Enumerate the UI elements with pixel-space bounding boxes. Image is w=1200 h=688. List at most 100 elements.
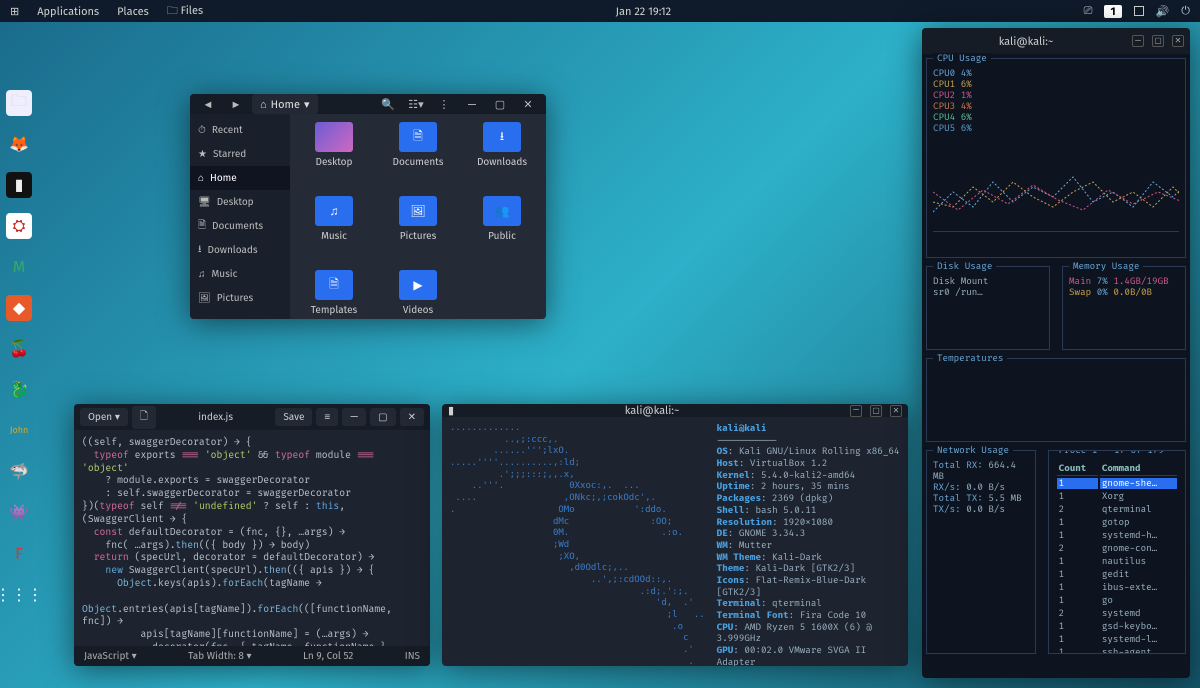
view-button[interactable]: ☷▾: [404, 94, 428, 114]
status-position: Ln 9, Col 52: [303, 650, 353, 662]
proc-row[interactable]: 1Xorg: [1057, 491, 1177, 502]
dock-terminal[interactable]: ▮: [6, 172, 32, 198]
sidebar-item-home[interactable]: ⌂Home: [190, 166, 290, 190]
dock-wireshark[interactable]: 🦈: [6, 459, 32, 485]
menu-applications[interactable]: Applications: [37, 5, 99, 18]
proc-section: Proce 1 - 17 of 179 CountCommand1gnome-s…: [1048, 450, 1186, 654]
folder-templates[interactable]: 🗎Templates: [294, 270, 374, 319]
sidebar-item-music[interactable]: ♫Music: [190, 262, 290, 286]
dock-hydra[interactable]: 🐉: [6, 377, 32, 403]
record-icon[interactable]: ⎚: [1084, 4, 1093, 18]
editor-maximize[interactable]: ▢: [370, 408, 395, 426]
forward-button[interactable]: ►: [224, 94, 248, 114]
monitor-title: kali@kali:~: [999, 35, 1054, 48]
monitor-window: kali@kali:~ — ▢ ✕ CPU Usage CPU0 4%CPU1 …: [922, 28, 1190, 678]
status-lang[interactable]: JavaScript ▾: [84, 650, 137, 662]
window-icon[interactable]: [1134, 6, 1144, 16]
dock-faraday[interactable]: F: [6, 541, 32, 567]
proc-row[interactable]: 1systemd-h…: [1057, 530, 1177, 541]
dock-cherry[interactable]: 🍒: [6, 336, 32, 362]
folder-desktop[interactable]: Desktop: [294, 122, 374, 192]
save-button[interactable]: Save: [275, 408, 312, 426]
menu-files[interactable]: 🗀 Files: [167, 2, 203, 21]
dock-ettercap[interactable]: 👾: [6, 500, 32, 526]
sidebar-item-pictures[interactable]: 🖼Pictures: [190, 286, 290, 310]
dock-burp[interactable]: ◆: [6, 295, 32, 321]
folder-public[interactable]: 👥Public: [462, 196, 542, 266]
network-section: Network Usage Total RX: 664.4 MBRX/s: 0.…: [926, 450, 1036, 654]
mon-close[interactable]: ✕: [1172, 35, 1184, 47]
sidebar-item-starred[interactable]: ★Starred: [190, 142, 290, 166]
starred-icon: ★: [198, 148, 207, 160]
folder-music[interactable]: ♫Music: [294, 196, 374, 266]
proc-row[interactable]: 2systemd: [1057, 608, 1177, 619]
open-button[interactable]: Open ▾: [80, 408, 128, 426]
files-toolbar: ◄ ► ⌂ Home ▾ 🔍 ☷▾ ⋮ — ▢ ✕: [190, 94, 546, 114]
proc-row[interactable]: 1gsd-keybo…: [1057, 621, 1177, 632]
terminal-body[interactable]: ............. ..,;:ccc,. ......''';lxO. …: [442, 417, 908, 666]
proc-row[interactable]: 1go: [1057, 595, 1177, 606]
terminal-window: ▮ kali@kali:~ — ▢ ✕ ............. ..,;:c…: [442, 404, 908, 666]
minimize-button[interactable]: —: [460, 94, 484, 114]
maximize-button[interactable]: ▢: [488, 94, 512, 114]
proc-row[interactable]: 1gnome-she…: [1057, 478, 1177, 489]
proc-row[interactable]: 1gedit: [1057, 569, 1177, 580]
back-button[interactable]: ◄: [196, 94, 220, 114]
folder-pictures[interactable]: 🖼Pictures: [378, 196, 458, 266]
search-button[interactable]: 🔍: [376, 94, 400, 114]
cpu-section: CPU Usage CPU0 4%CPU1 6%CPU2 1%CPU3 4%CP…: [926, 58, 1186, 258]
topbar: ⊞ Applications Places 🗀 Files Jan 22 19:…: [0, 0, 1200, 22]
editor-content[interactable]: ((self, swaggerDecorator) → { typeof exp…: [74, 430, 430, 646]
proc-row[interactable]: 2qterminal: [1057, 504, 1177, 515]
clock[interactable]: Jan 22 19:12: [203, 5, 1084, 18]
term-maximize[interactable]: ▢: [870, 405, 882, 417]
dock-firefox[interactable]: 🦊: [6, 131, 32, 157]
editor-close[interactable]: ✕: [400, 408, 424, 426]
dock-files[interactable]: 🗀: [6, 90, 32, 116]
sidebar-item-desktop[interactable]: 🖥Desktop: [190, 190, 290, 214]
dock-apps[interactable]: ⋮⋮⋮: [6, 582, 32, 608]
proc-row[interactable]: 1gotop: [1057, 517, 1177, 528]
editor-minimize[interactable]: —: [342, 408, 366, 426]
dock-metasploit[interactable]: M: [6, 254, 32, 280]
music-icon: ♫: [198, 268, 206, 280]
term-close[interactable]: ✕: [890, 405, 902, 417]
documents-icon: 🗎: [198, 218, 206, 235]
proc-row[interactable]: 1systemd-l…: [1057, 634, 1177, 645]
proc-row[interactable]: 1nautilus: [1057, 556, 1177, 567]
volume-icon[interactable]: 🔊: [1156, 5, 1170, 18]
proc-row[interactable]: 1ibus-exte…: [1057, 582, 1177, 593]
dock-john[interactable]: John: [6, 418, 32, 444]
menu-places[interactable]: Places: [117, 5, 149, 18]
editor-tab[interactable]: index.js: [160, 408, 271, 426]
desktop-icon: 🖥: [198, 196, 211, 208]
activities-icon[interactable]: ⊞: [10, 5, 19, 18]
close-button[interactable]: ✕: [516, 94, 540, 114]
editor-menu-button[interactable]: ≡: [316, 408, 338, 426]
folder-downloads[interactable]: ⭳Downloads: [462, 122, 542, 192]
files-window: ◄ ► ⌂ Home ▾ 🔍 ☷▾ ⋮ — ▢ ✕ ⏱Recent★Starre…: [190, 94, 546, 319]
pictures-icon: 🖼: [198, 292, 211, 304]
neofetch-info: kali@kali ----------- OS: Kali GNU/Linux…: [717, 423, 900, 666]
sidebar-item-downloads[interactable]: ⭳Downloads: [190, 238, 290, 262]
dock-settings[interactable]: ⛭: [6, 213, 32, 239]
cpu-chart: [933, 152, 1179, 232]
proc-row[interactable]: 1ssh-agent: [1057, 647, 1177, 654]
path-button[interactable]: ⌂ Home ▾: [252, 94, 318, 114]
sidebar-item-documents[interactable]: 🗎Documents: [190, 214, 290, 238]
dock: 🗀 🦊 ▮ ⛭ M ◆ 🍒 🐉 John 🦈 👾 F ⋮⋮⋮: [6, 90, 32, 608]
status-tabwidth[interactable]: Tab Width: 8 ▾: [188, 650, 251, 662]
term-minimize[interactable]: —: [850, 405, 862, 417]
mon-minimize[interactable]: —: [1132, 35, 1144, 47]
workspace-indicator[interactable]: 1: [1104, 5, 1121, 18]
menu-button[interactable]: ⋮: [432, 94, 456, 114]
folder-videos[interactable]: ▶Videos: [378, 270, 458, 319]
mon-maximize[interactable]: ▢: [1152, 35, 1164, 47]
power-icon[interactable]: ⏻: [1181, 4, 1190, 18]
proc-row[interactable]: 2gnome-con…: [1057, 543, 1177, 554]
new-tab-button[interactable]: 🗋: [132, 406, 156, 429]
sidebar-item-recent[interactable]: ⏱Recent: [190, 118, 290, 142]
editor-toolbar: Open ▾ 🗋 index.js Save ≡ — ▢ ✕: [74, 404, 430, 430]
recent-icon: ⏱: [198, 124, 206, 136]
folder-documents[interactable]: 🗎Documents: [378, 122, 458, 192]
